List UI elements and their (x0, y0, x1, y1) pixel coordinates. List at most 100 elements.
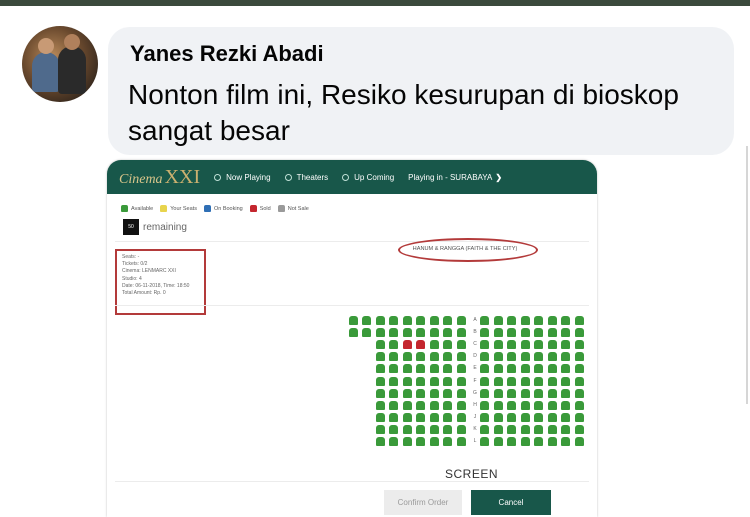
seat[interactable] (375, 316, 385, 325)
seat[interactable] (547, 412, 557, 422)
seat[interactable] (520, 340, 530, 350)
seat[interactable] (375, 364, 385, 374)
seat[interactable] (375, 437, 385, 446)
seat[interactable] (507, 437, 516, 446)
seat[interactable] (493, 316, 503, 325)
seat[interactable] (520, 412, 530, 422)
seat[interactable] (507, 412, 516, 422)
seat[interactable] (547, 352, 557, 362)
seat[interactable] (534, 412, 543, 422)
seat[interactable] (547, 364, 557, 374)
seat[interactable] (547, 400, 557, 410)
seat[interactable] (493, 364, 503, 374)
seat[interactable] (416, 400, 425, 410)
seat[interactable] (416, 376, 425, 386)
seat[interactable] (480, 388, 489, 398)
seat[interactable] (574, 328, 584, 338)
seat[interactable] (389, 388, 398, 398)
seat[interactable] (402, 424, 412, 434)
seat[interactable] (389, 424, 398, 434)
seat[interactable] (520, 352, 530, 362)
seat[interactable] (416, 340, 425, 350)
seat[interactable] (429, 340, 439, 350)
seat[interactable] (429, 424, 439, 434)
seat[interactable] (416, 316, 425, 325)
cancel-button[interactable]: Cancel (471, 490, 551, 515)
seat[interactable] (520, 364, 530, 374)
seat[interactable] (534, 352, 543, 362)
seat[interactable] (402, 412, 412, 422)
seat[interactable] (456, 400, 466, 410)
seat[interactable] (547, 424, 557, 434)
seat[interactable] (389, 316, 398, 325)
seat[interactable] (389, 364, 398, 374)
seat[interactable] (507, 364, 516, 374)
seat[interactable] (375, 388, 385, 398)
seat[interactable] (480, 352, 489, 362)
seat[interactable] (561, 437, 570, 446)
seat[interactable] (534, 364, 543, 374)
seat[interactable] (402, 316, 412, 325)
seat[interactable] (402, 437, 412, 446)
seat[interactable] (520, 424, 530, 434)
author-avatar[interactable] (22, 26, 98, 102)
seat[interactable] (480, 364, 489, 374)
seat[interactable] (348, 328, 358, 338)
seat[interactable] (402, 364, 412, 374)
seat[interactable] (375, 340, 385, 350)
seat[interactable] (443, 388, 452, 398)
seat[interactable] (493, 400, 503, 410)
seat[interactable] (389, 352, 398, 362)
seat[interactable] (443, 424, 452, 434)
seat[interactable] (456, 376, 466, 386)
seat[interactable] (520, 316, 530, 325)
seat[interactable] (443, 412, 452, 422)
seat[interactable] (493, 388, 503, 398)
seat[interactable] (416, 352, 425, 362)
seat[interactable] (402, 388, 412, 398)
seat[interactable] (456, 364, 466, 374)
seat[interactable] (547, 340, 557, 350)
seat[interactable] (456, 437, 466, 446)
seat[interactable] (480, 424, 489, 434)
seat[interactable] (375, 376, 385, 386)
seat[interactable] (362, 316, 371, 325)
seat[interactable] (574, 424, 584, 434)
seat[interactable] (443, 364, 452, 374)
seat[interactable] (507, 352, 516, 362)
seat[interactable] (429, 400, 439, 410)
seat[interactable] (520, 437, 530, 446)
seat[interactable] (375, 352, 385, 362)
seat[interactable] (561, 328, 570, 338)
seat[interactable] (416, 388, 425, 398)
seat[interactable] (547, 316, 557, 325)
seat[interactable] (561, 376, 570, 386)
seat[interactable] (456, 328, 466, 338)
seat[interactable] (389, 328, 398, 338)
seat[interactable] (561, 412, 570, 422)
seat[interactable] (574, 340, 584, 350)
seat[interactable] (574, 316, 584, 325)
seat[interactable] (534, 388, 543, 398)
seat[interactable] (574, 400, 584, 410)
seat[interactable] (416, 364, 425, 374)
seat[interactable] (480, 340, 489, 350)
confirm-order-button[interactable]: Confirm Order (384, 490, 462, 515)
seat[interactable] (507, 424, 516, 434)
seat[interactable] (443, 352, 452, 362)
seat[interactable] (389, 437, 398, 446)
seat[interactable] (348, 316, 358, 325)
seat[interactable] (547, 388, 557, 398)
seat[interactable] (520, 400, 530, 410)
seat[interactable] (534, 437, 543, 446)
comment-author[interactable]: Yanes Rezki Abadi (130, 41, 324, 67)
seat[interactable] (402, 376, 412, 386)
seat[interactable] (507, 316, 516, 325)
seat[interactable] (520, 328, 530, 338)
seat[interactable] (375, 412, 385, 422)
seat[interactable] (402, 340, 412, 350)
seat[interactable] (493, 424, 503, 434)
seat[interactable] (389, 412, 398, 422)
seat[interactable] (375, 424, 385, 434)
seat[interactable] (375, 400, 385, 410)
